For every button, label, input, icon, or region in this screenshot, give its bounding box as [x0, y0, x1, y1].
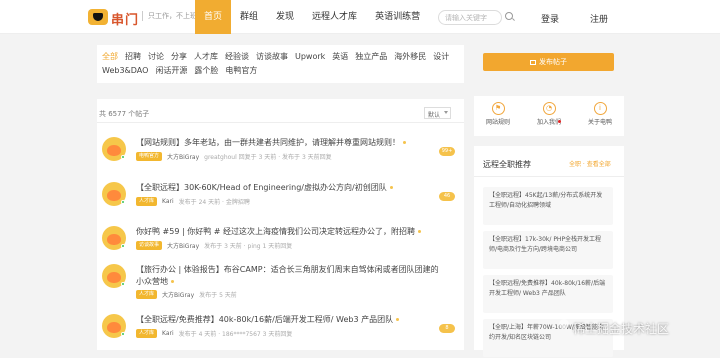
chevron-down-icon [444, 111, 448, 114]
post-info: greatghoul 回复于 3 天前 · 发布于 3 天前回复 [204, 154, 332, 161]
post-author[interactable]: Kari [162, 330, 174, 337]
post-item[interactable]: 【网站规则】多年老站，由一群共建者共同维护，请理解并尊重网站规则！ 电鸭官方 大… [97, 136, 464, 181]
top-navbar: 串门 只工作，不上班 首页 群组 发现 远程人才库 英语训练营 登录 注册 [0, 0, 720, 34]
post-meta: 人才库 Kari 发布于 4 天前 · 186****7567 3 天前回复 [136, 329, 292, 338]
tag-all[interactable]: 全部 [102, 52, 118, 61]
post-author[interactable]: Kari [162, 198, 174, 205]
post-info: 发布于 24 天前 · 金牌招聘 [178, 199, 250, 206]
nav-home[interactable]: 首页 [195, 0, 232, 34]
search-icon[interactable] [505, 12, 513, 20]
nav-english-camp[interactable]: 英语训练营 [366, 0, 429, 34]
info-icon: i [593, 102, 607, 115]
comment-count: 46 [439, 192, 455, 201]
quick-link-about[interactable]: i 关于电鸭 [581, 102, 619, 126]
post-meta: 人才库 大方BiGray 发布于 5 天前 [136, 290, 237, 299]
hot-icon [171, 280, 174, 283]
tag-share[interactable]: 分享 [171, 52, 187, 61]
brand-name[interactable]: 串门 [111, 9, 139, 28]
tag-design[interactable]: 设计 [433, 52, 449, 61]
divider [474, 176, 624, 177]
post-item[interactable]: 【全职远程/免费推荐】40k-80k/16薪/后端开发工程师/ Web3 产品团… [97, 313, 464, 358]
post-info: 发布于 3 天前 · ping 1 天前回复 [204, 243, 293, 250]
post-badge[interactable]: 人才库 [136, 197, 158, 206]
post-badge[interactable]: 人才库 [136, 290, 158, 299]
logo-icon[interactable] [88, 9, 108, 25]
duck-icon: ◔ [542, 102, 556, 115]
right-sidebar: 发布帖子 ⚑ 网站规则 ◔ 加入我们 i 关于电鸭 远程全职推荐 全职 · 查看… [474, 45, 624, 357]
post-item[interactable]: 【全职远程】30K-60K/Head of Engineering/虚拟办公方向… [97, 181, 464, 226]
post-author[interactable]: 大方BiGray [162, 290, 194, 299]
nav-talent-pool[interactable]: 远程人才库 [303, 0, 366, 34]
post-author[interactable]: 大方BiGray [167, 241, 199, 250]
tag-web3[interactable]: Web3&DAO [102, 66, 148, 75]
tag-english[interactable]: 英语 [332, 52, 348, 61]
post-list-header: 共 6577 个帖子 默认 [97, 99, 464, 123]
notification-dot [558, 120, 561, 123]
post-meta: 电鸭官方 大方BiGray greatghoul 回复于 3 天前 · 发布于 … [136, 152, 332, 161]
verified-icon [121, 332, 125, 336]
post-badge[interactable]: 访谈故事 [136, 241, 163, 250]
tag-indie-products[interactable]: 独立产品 [355, 52, 387, 61]
post-info: 发布于 5 天前 [199, 292, 237, 299]
recommend-title: 远程全职推荐 [483, 160, 531, 169]
tag-discussion[interactable]: 讨论 [148, 52, 164, 61]
hot-icon [418, 230, 421, 233]
post-title[interactable]: 【旅行办公 | 体验报告】布谷CAMP：适合长三角朋友们周末自驾体闲或者团队团建… [136, 264, 441, 288]
verified-icon [121, 282, 125, 286]
post-title[interactable]: 【网站规则】多年老站，由一群共建者共同维护，请理解并尊重网站规则！ [136, 137, 441, 149]
login-link[interactable]: 登录 [541, 12, 559, 25]
post-item[interactable]: 【旅行办公 | 体验报告】布谷CAMP：适合长三角朋友们周末自驾体闲或者团队团建… [97, 263, 464, 308]
hot-icon [396, 318, 400, 321]
sort-value: 默认 [428, 112, 441, 119]
post-info: 发布于 4 天前 · 186****7567 3 天前回复 [178, 331, 293, 338]
tag-open-source[interactable]: 闲话开源 [155, 66, 187, 75]
tag-interviews[interactable]: 访谈故事 [256, 52, 288, 61]
comment-count: 8 [439, 324, 455, 333]
tag-upwork[interactable]: Upwork [295, 52, 325, 61]
hot-icon [403, 141, 406, 144]
topic-filter: 全部 招聘 讨论 分享 人才库 经验谈 访谈故事 Upwork 英语 独立产品 … [97, 45, 464, 83]
post-count: 共 6577 个帖子 [99, 110, 150, 118]
publish-post-button[interactable]: 发布帖子 [483, 53, 614, 71]
recommend-more-link[interactable]: 全职 · 查看全部 [569, 159, 611, 168]
verified-icon [121, 244, 125, 248]
quick-link-join[interactable]: ◔ 加入我们 [530, 102, 568, 126]
tag-list: 全部 招聘 讨论 分享 人才库 经验谈 访谈故事 Upwork 英语 独立产品 … [102, 52, 452, 75]
tag-show-face[interactable]: 露个脸 [194, 66, 218, 75]
rules-icon: ⚑ [491, 102, 505, 115]
comment-count: 99+ [439, 147, 455, 156]
slogan: 只工作，不上班 [142, 11, 197, 21]
nav-discover[interactable]: 发现 [267, 0, 303, 34]
edit-icon [530, 60, 536, 65]
post-title[interactable]: 你好鸭 #59 | 你好鸭 # 经过这次上海疫情我们公司决定转远程办公了，附招聘 [136, 226, 441, 238]
watermark: 稀土掘金技术社区 [573, 322, 670, 336]
recommend-item[interactable]: 【全职远程/免费推荐】40k-80k/16薪/后端开发工程师/ Web3 产品团… [483, 275, 613, 313]
verified-icon [121, 155, 125, 159]
post-badge[interactable]: 电鸭官方 [136, 152, 163, 161]
watermark-icon [559, 319, 569, 329]
tag-immigration[interactable]: 海外移民 [394, 52, 426, 61]
post-meta: 人才库 Kari 发布于 24 天前 · 金牌招聘 [136, 197, 250, 206]
verified-icon [121, 200, 125, 204]
tag-talent-pool[interactable]: 人才库 [194, 52, 218, 61]
post-title[interactable]: 【全职远程/免费推荐】40k-80k/16薪/后端开发工程师/ Web3 产品团… [136, 314, 441, 326]
recommend-item[interactable]: 【全职远程】17k-30k/ PHP全栈开发工程师/电商及行生方向/跨境电商公司 [483, 231, 613, 269]
nav-groups[interactable]: 群组 [231, 0, 267, 34]
tag-hiring[interactable]: 招聘 [125, 52, 141, 61]
post-meta: 访谈故事 大方BiGray 发布于 3 天前 · ping 1 天前回复 [136, 241, 292, 250]
hot-icon [389, 186, 393, 189]
register-link[interactable]: 注册 [590, 12, 608, 25]
post-title[interactable]: 【全职远程】30K-60K/Head of Engineering/虚拟办公方向… [136, 182, 441, 194]
post-list: 共 6577 个帖子 默认 【网站规则】多年老站，由一群共建者共同维护，请理解并… [97, 99, 464, 350]
main-nav: 首页 群组 发现 远程人才库 英语训练营 [195, 0, 429, 34]
tag-official[interactable]: 电鸭官方 [225, 66, 257, 75]
sort-dropdown[interactable]: 默认 [424, 107, 451, 119]
quick-link-rules[interactable]: ⚑ 网站规则 [479, 102, 517, 126]
search-input[interactable] [438, 10, 502, 25]
recommend-item[interactable]: 【全职远程】45K起/13薪/分布式系统开发工程师/自动化招聘领域 [483, 187, 613, 225]
quick-links: ⚑ 网站规则 ◔ 加入我们 i 关于电鸭 [474, 96, 624, 136]
tag-experience[interactable]: 经验谈 [225, 52, 249, 61]
post-badge[interactable]: 人才库 [136, 329, 158, 338]
post-author[interactable]: 大方BiGray [167, 152, 199, 161]
